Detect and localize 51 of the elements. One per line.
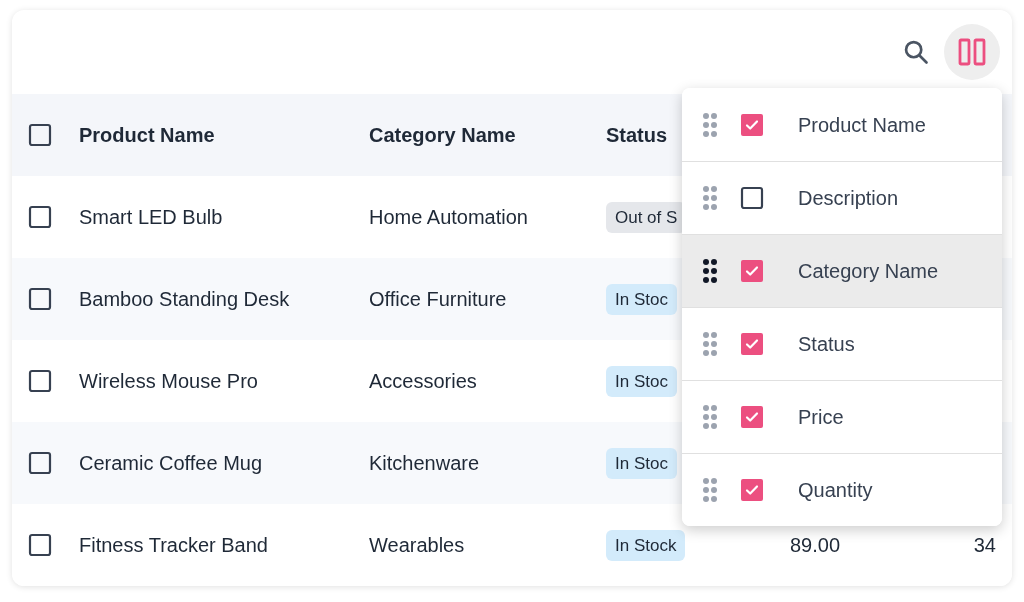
checkbox[interactable]	[740, 478, 764, 502]
checkbox[interactable]	[28, 123, 52, 147]
column-label: Category Name	[798, 259, 939, 284]
search-icon	[902, 38, 930, 66]
column-menu-item[interactable]: Description	[682, 161, 1002, 234]
checkbox[interactable]	[28, 369, 52, 393]
status-badge: In Stoc	[606, 447, 677, 480]
column-menu-item[interactable]: Quantity	[682, 453, 1002, 526]
drag-handle-icon[interactable]	[702, 185, 718, 211]
checkbox[interactable]	[28, 533, 52, 557]
column-label: Description	[798, 186, 899, 211]
checkbox[interactable]	[740, 332, 764, 356]
table-cell-text: Home Automation	[369, 205, 529, 230]
column-menu-item[interactable]: Product Name	[682, 88, 1002, 161]
column-menu-item[interactable]: Status	[682, 307, 1002, 380]
checkbox[interactable]	[740, 186, 764, 210]
columns-button[interactable]	[944, 24, 1000, 80]
column-menu-item[interactable]: Price	[682, 380, 1002, 453]
drag-handle-icon[interactable]	[702, 331, 718, 357]
status-badge: In Stoc	[606, 365, 677, 398]
column-label: Price	[798, 405, 844, 430]
checkbox[interactable]	[28, 451, 52, 475]
table-cell-text: Fitness Tracker Band	[79, 533, 269, 558]
drag-handle-icon[interactable]	[702, 477, 718, 503]
checkbox[interactable]	[28, 205, 52, 229]
column-menu-item[interactable]: Category Name	[682, 234, 1002, 307]
checkbox[interactable]	[740, 112, 764, 137]
drag-handle-icon[interactable]	[702, 111, 718, 138]
table-cell-text: Accessories	[369, 369, 478, 394]
table-cell-text: 89.00	[790, 533, 842, 558]
table-cell-text: Bamboo Standing Desk	[79, 287, 291, 312]
column-header[interactable]: Product Name	[79, 120, 369, 150]
status-badge: In Stoc	[606, 283, 677, 316]
column-header[interactable]: Category Name	[369, 120, 606, 150]
checkbox[interactable]	[740, 405, 764, 429]
table-cell-text: Wireless Mouse Pro	[79, 369, 259, 394]
table-cell-text: Ceramic Coffee Mug	[79, 451, 264, 476]
table-cell-text: 34	[972, 533, 997, 558]
table-cell-text: Kitchenware	[369, 451, 481, 476]
checkbox[interactable]	[28, 287, 52, 311]
table-cell-text: Office Furniture	[369, 287, 508, 312]
column-label: Quantity	[798, 478, 873, 503]
checkbox[interactable]	[740, 259, 764, 283]
table-cell-text: Smart LED Bulb	[79, 205, 224, 230]
drag-handle-icon[interactable]	[702, 404, 718, 430]
column-label: Product Name	[798, 112, 926, 138]
drag-handle-icon[interactable]	[702, 258, 718, 284]
columns-icon	[958, 38, 986, 66]
status-badge: In Stock	[606, 529, 686, 562]
table-cell-text: Wearables	[369, 533, 466, 558]
column-label: Status	[798, 332, 855, 357]
